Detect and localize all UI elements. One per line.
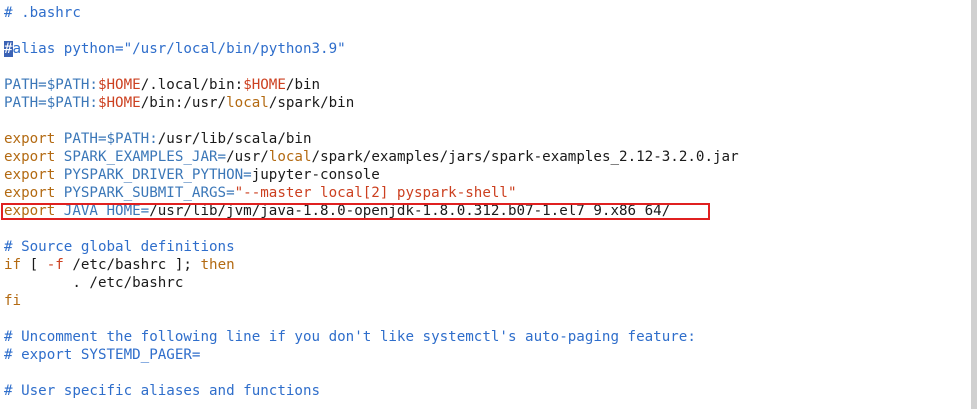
code-token: export (4, 131, 64, 147)
code-token: export (4, 203, 64, 219)
code-line[interactable]: . /etc/bashrc (4, 274, 957, 292)
code-token: then (200, 257, 235, 273)
code-token: # export SYSTEMD_PAGER= (4, 347, 201, 363)
code-line[interactable]: # .bashrc (4, 4, 957, 22)
code-token: [ (21, 257, 47, 273)
code-token: # Uncomment the following line if you do… (4, 329, 696, 345)
code-token: /etc/bashrc ]; (63, 257, 201, 273)
code-line[interactable] (4, 112, 957, 130)
text-editor[interactable]: # .bashrc #alias python="/usr/local/bin/… (4, 4, 957, 400)
code-token: $HOME (97, 77, 141, 93)
code-line[interactable]: PATH=$PATH:$HOME/.local/bin:$HOME/bin (4, 76, 957, 94)
code-token: "--master local[2] pyspark-shell" (234, 185, 517, 201)
code-token: PYSPARK_DRIVER_PYTHON= (63, 167, 252, 183)
code-line[interactable]: # Uncomment the following line if you do… (4, 328, 957, 346)
code-token: -f (46, 257, 64, 273)
code-token: local (268, 149, 312, 165)
code-token: SPARK_EXAMPLES_JAR= (63, 149, 227, 165)
code-token: fi (4, 293, 22, 309)
code-line[interactable] (4, 310, 957, 328)
code-line[interactable]: export SPARK_EXAMPLES_JAR=/usr/local/spa… (4, 148, 957, 166)
text-cursor: # (4, 41, 13, 57)
code-line[interactable]: export JAVA_HOME=/usr/lib/jvm/java-1.8.0… (4, 202, 957, 220)
code-token: /spark/bin (268, 95, 355, 111)
code-token: /usr/ (226, 149, 269, 165)
code-token: PATH=$PATH: (63, 131, 158, 147)
code-token: $HOME (243, 77, 286, 93)
code-token: # User specific aliases and functions (4, 383, 321, 399)
code-token: PATH=$PATH: (4, 77, 98, 93)
code-token: export (4, 149, 64, 165)
code-token: /spark/examples/jars/spark-examples_2.12… (311, 149, 739, 165)
vertical-scrollbar[interactable] (971, 0, 977, 409)
code-line[interactable] (4, 364, 957, 382)
code-token: alias python="/usr/local/bin/python3.9" (12, 41, 346, 57)
code-line[interactable]: #alias python="/usr/local/bin/python3.9" (4, 40, 957, 58)
code-token: /bin (285, 77, 321, 93)
code-token: /usr/lib/scala/bin (157, 131, 312, 147)
code-line[interactable] (4, 22, 957, 40)
code-token: export (4, 185, 64, 201)
code-line[interactable]: export PATH=$PATH:/usr/lib/scala/bin (4, 130, 957, 148)
code-token: jupyter-console (251, 167, 380, 183)
code-line[interactable]: # User specific aliases and functions (4, 382, 957, 400)
code-token: /usr/lib/jvm/java-1.8.0-openjdk-1.8.0.31… (149, 203, 671, 219)
code-line[interactable]: fi (4, 292, 957, 310)
code-line[interactable]: export PYSPARK_DRIVER_PYTHON=jupyter-con… (4, 166, 957, 184)
code-token: local (226, 95, 269, 111)
code-line[interactable]: PATH=$PATH:$HOME/bin:/usr/local/spark/bi… (4, 94, 957, 112)
code-token: export (4, 167, 64, 183)
code-token: PYSPARK_SUBMIT_ARGS= (63, 185, 235, 201)
code-token: JAVA_HOME= (63, 203, 150, 219)
code-token: # .bashrc (4, 5, 81, 21)
code-line[interactable] (4, 220, 957, 238)
code-token: . /etc/bashrc (4, 275, 184, 291)
code-token: # Source global definitions (4, 239, 235, 255)
code-line[interactable]: if [ -f /etc/bashrc ]; then (4, 256, 957, 274)
code-token: $HOME (97, 95, 141, 111)
code-token: PATH=$PATH: (4, 95, 98, 111)
code-line[interactable]: # Source global definitions (4, 238, 957, 256)
code-token: if (4, 257, 22, 273)
code-line[interactable]: export PYSPARK_SUBMIT_ARGS="--master loc… (4, 184, 957, 202)
code-token: /.local/bin: (140, 77, 244, 93)
code-line[interactable]: # export SYSTEMD_PAGER= (4, 346, 957, 364)
code-token: /bin:/usr/ (140, 95, 227, 111)
code-line[interactable] (4, 58, 957, 76)
